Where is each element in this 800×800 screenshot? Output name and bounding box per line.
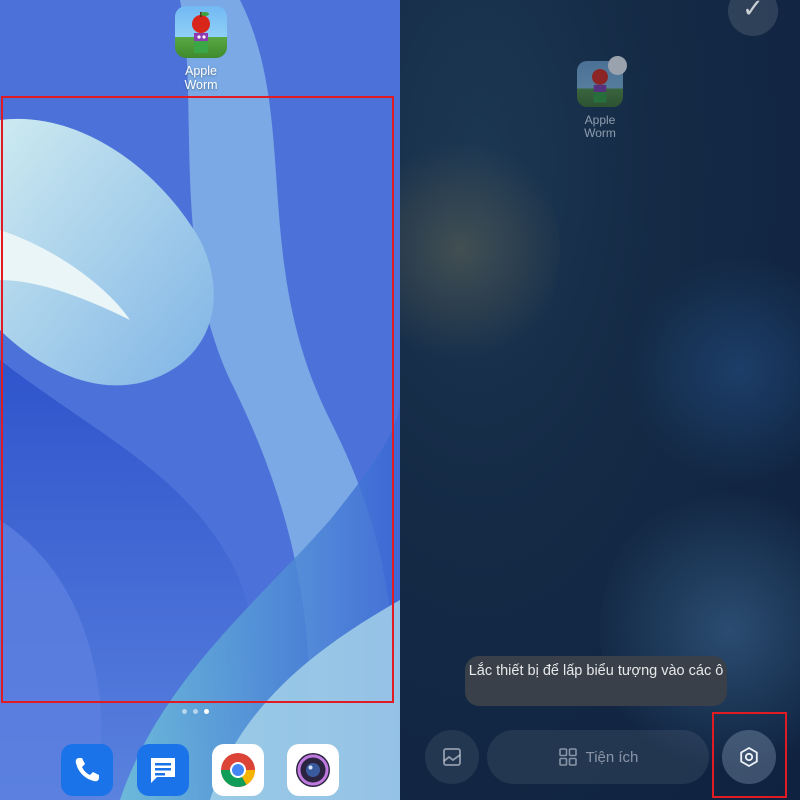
home-screen: Apple Worm [0,0,400,800]
wallpaper-button[interactable] [425,730,479,784]
wallpaper-icon [443,748,461,766]
chrome-icon[interactable] [212,744,264,796]
apple-worm-icon[interactable] [175,6,227,58]
toast-message: Lắc thiết bị để lấp biểu tượng vào các ô [465,656,727,706]
page-indicator[interactable] [182,709,209,714]
messages-icon[interactable] [137,744,189,796]
page-dot [182,709,187,714]
app-label-apple-worm: Apple Worm [160,64,242,92]
check-icon: ✓ [742,0,764,23]
widgets-label: Tiện ích [585,748,639,766]
page-dot-active [204,709,209,714]
background-glow [630,250,800,490]
highlight-empty-area [1,96,394,703]
widgets-button[interactable]: Tiện ích [487,730,709,784]
widgets-icon [558,748,577,766]
app-label-line2: Worm [184,78,218,92]
app-label-apple-worm: Apple Worm [560,114,640,140]
background-glow [400,130,560,370]
app-label-line2: Worm [584,126,616,140]
remove-badge-icon[interactable] [608,56,627,75]
camera-icon[interactable] [287,744,339,796]
edit-mode-screen: ✓ Apple Worm Lắc thiết bị để lấp biểu tư… [400,0,800,800]
page-dot [193,709,198,714]
highlight-settings [712,712,787,798]
app-label-line1: Apple [185,64,217,78]
confirm-button[interactable]: ✓ [728,0,778,36]
phone-icon[interactable] [61,744,113,796]
